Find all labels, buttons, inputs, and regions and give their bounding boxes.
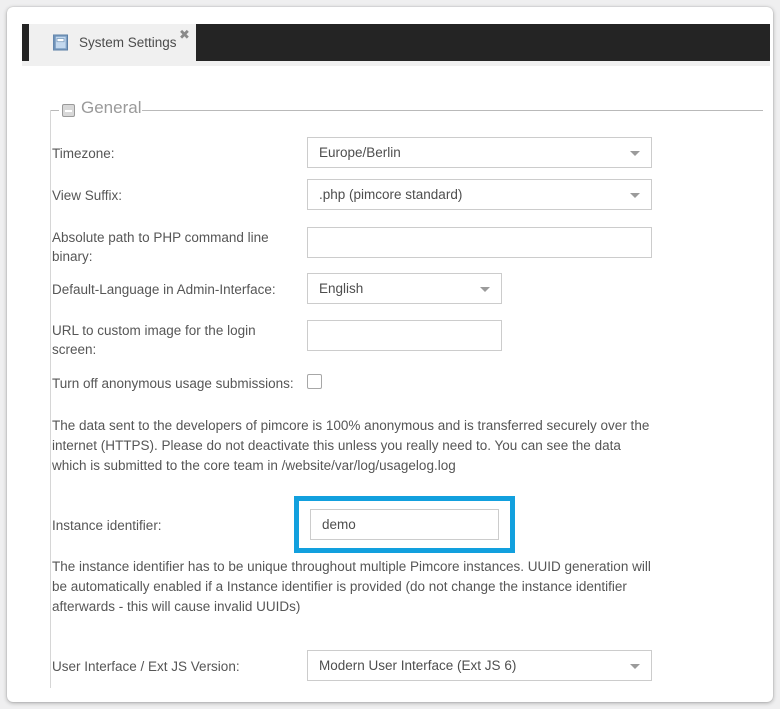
instance-identifier-input[interactable]: demo <box>310 509 499 540</box>
label-view-suffix: View Suffix: <box>52 188 123 203</box>
label-login-image-url: URL to custom image for the login screen… <box>52 323 256 357</box>
combobox-user-interface-version[interactable]: Modern User Interface (Ext JS 6) <box>307 650 652 681</box>
tab-system-settings[interactable]: System Settings ✖ <box>29 24 196 61</box>
application-window: System Settings ✖ General Timezone: Euro… <box>0 0 780 709</box>
label-instance-identifier: Instance identifier: <box>52 518 162 533</box>
chevron-down-icon[interactable] <box>630 664 640 669</box>
tab-bar-strip <box>22 61 770 66</box>
close-icon[interactable]: ✖ <box>178 29 191 42</box>
login-image-url-input[interactable] <box>307 320 502 351</box>
php-binary-path-input[interactable] <box>307 227 652 258</box>
page-card: System Settings ✖ General Timezone: Euro… <box>7 7 773 702</box>
label-php-binary-path: Absolute path to PHP command line binary… <box>52 230 269 264</box>
label-anonymous-usage: Turn off anonymous usage submissions: <box>52 376 294 391</box>
label-default-language: Default-Language in Admin-Interface: <box>52 282 276 297</box>
fieldset-border-left <box>50 110 51 688</box>
combobox-timezone[interactable]: Europe/Berlin <box>307 137 652 168</box>
fieldset-border-top-left <box>50 110 59 111</box>
book-icon <box>52 34 69 51</box>
combobox-timezone-value: Europe/Berlin <box>319 145 401 160</box>
anonymous-usage-note: The data sent to the developers of pimco… <box>52 418 650 473</box>
chevron-down-icon[interactable] <box>630 151 640 156</box>
combobox-user-interface-version-value: Modern User Interface (Ext JS 6) <box>319 658 517 673</box>
combobox-view-suffix-value: .php (pimcore standard) <box>319 187 463 202</box>
combobox-default-language-value: English <box>319 281 364 296</box>
fieldset-legend: General <box>81 98 142 117</box>
checkbox-anonymous-usage[interactable] <box>307 374 322 389</box>
fieldset-border-top-right <box>142 110 763 111</box>
label-user-interface-version: User Interface / Ext JS Version: <box>52 659 240 674</box>
tab-bar: System Settings ✖ <box>22 24 770 61</box>
label-timezone: Timezone: <box>52 146 115 161</box>
combobox-default-language[interactable]: English <box>307 273 502 304</box>
collapse-minus-icon[interactable] <box>62 104 75 117</box>
tab-label: System Settings <box>79 35 177 50</box>
chevron-down-icon[interactable] <box>480 287 490 292</box>
instance-identifier-value: demo <box>322 517 356 532</box>
chevron-down-icon[interactable] <box>630 193 640 198</box>
instance-identifier-note: The instance identifier has to be unique… <box>52 559 651 614</box>
combobox-view-suffix[interactable]: .php (pimcore standard) <box>307 179 652 210</box>
